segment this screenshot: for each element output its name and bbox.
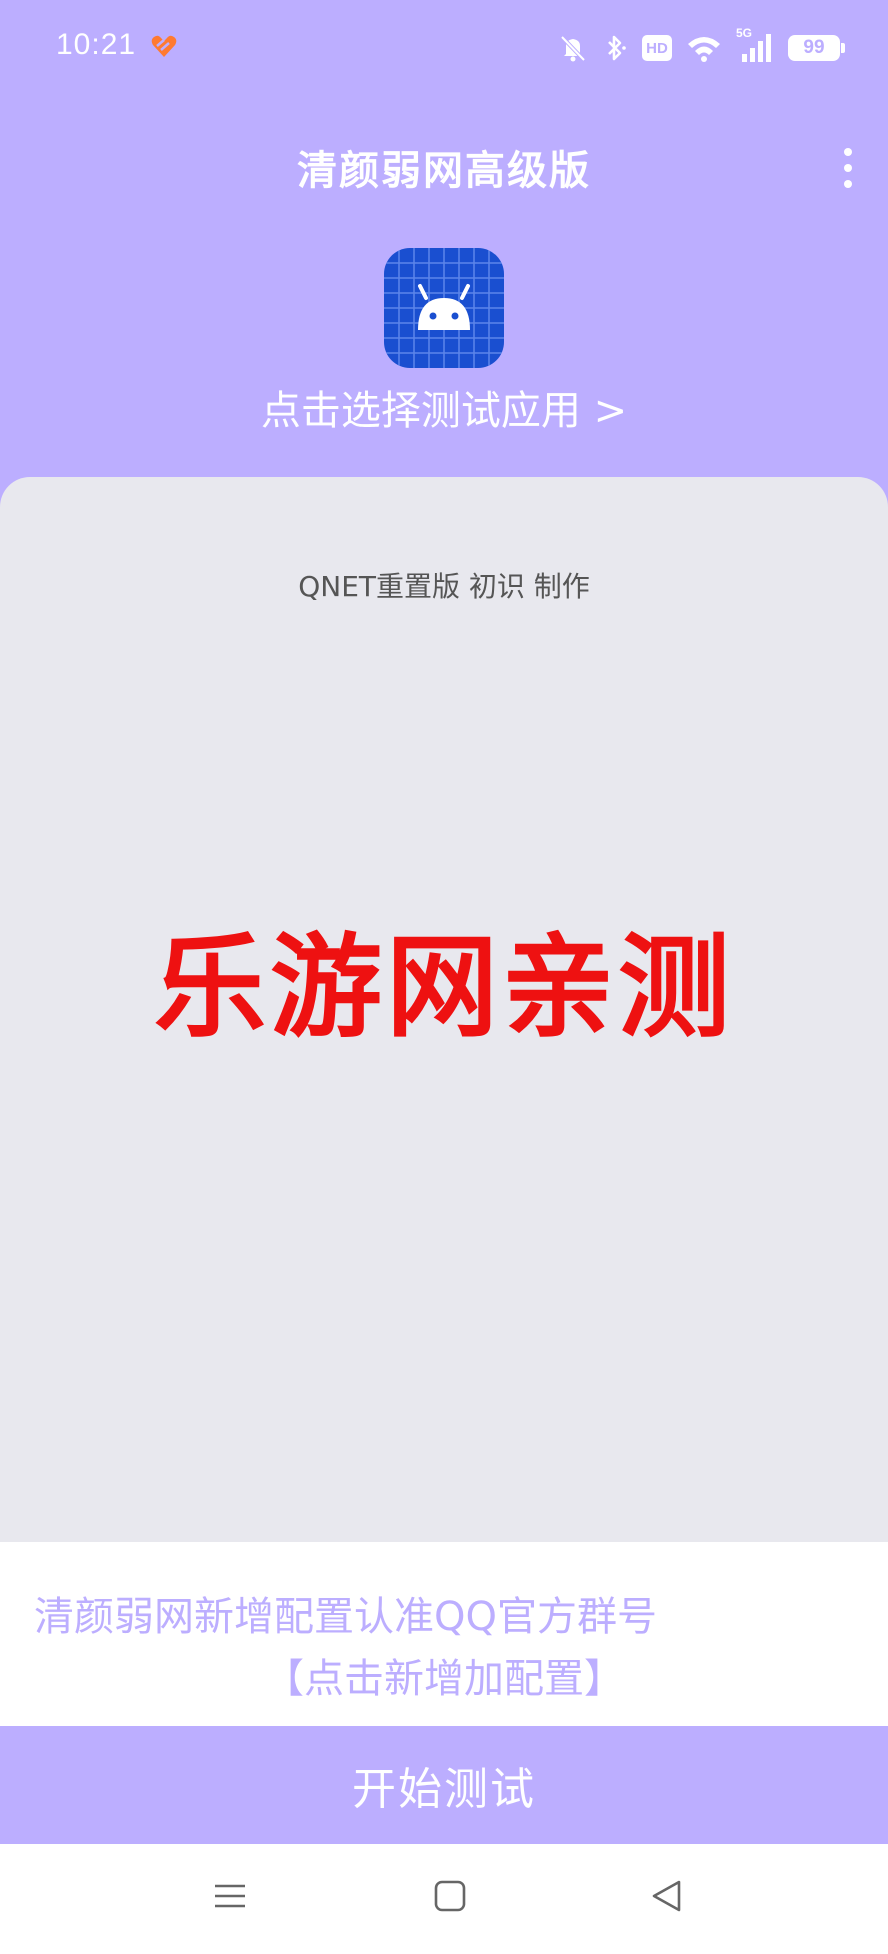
status-bar: 10:21 HD 5G 99: [0, 0, 888, 100]
content-card: QNET重置版 初识 制作 乐游网亲测: [0, 477, 888, 1542]
credit-text: QNET重置版 初识 制作: [298, 570, 590, 603]
home-icon[interactable]: [420, 1866, 480, 1926]
config-notice: 清颜弱网新增配置认准QQ官方群号: [34, 1594, 657, 1640]
status-icons: HD 5G 99: [558, 26, 845, 68]
watermark-text: 乐游网亲测: [154, 923, 734, 1053]
android-app-icon[interactable]: [384, 248, 504, 368]
add-config-link[interactable]: 【点击新增加配置】: [0, 1646, 888, 1704]
select-app-link[interactable]: 点击选择测试应用 >: [0, 378, 888, 436]
header: 10:21 HD 5G 99 清颜弱网高级版 点击选择测试应用 >: [0, 0, 888, 520]
hd-icon: HD: [642, 35, 672, 61]
battery-icon: 99: [788, 35, 845, 61]
battery-level: 99: [803, 37, 825, 58]
status-time: 10:21: [56, 28, 137, 61]
navigation-bar: [0, 1844, 888, 1954]
app-notification-icon: [151, 35, 177, 57]
bluetooth-icon: [602, 33, 628, 63]
more-dot: [844, 180, 852, 188]
menu-icon[interactable]: [200, 1866, 260, 1926]
bell-muted-icon: [558, 33, 588, 63]
back-icon[interactable]: [636, 1866, 696, 1926]
wifi-icon: [686, 33, 722, 63]
config-banner: 清颜弱网新增配置认准QQ官方群号 【点击新增加配置】: [0, 1542, 888, 1726]
more-dot: [844, 148, 852, 156]
app-title: 清颜弱网高级版: [297, 148, 591, 194]
more-dot: [844, 164, 852, 172]
signal-5g-icon: 5G: [736, 26, 774, 64]
start-test-button[interactable]: 开始测试: [0, 1726, 888, 1844]
network-label: 5G: [736, 26, 753, 40]
more-vertical-icon[interactable]: [826, 138, 870, 198]
